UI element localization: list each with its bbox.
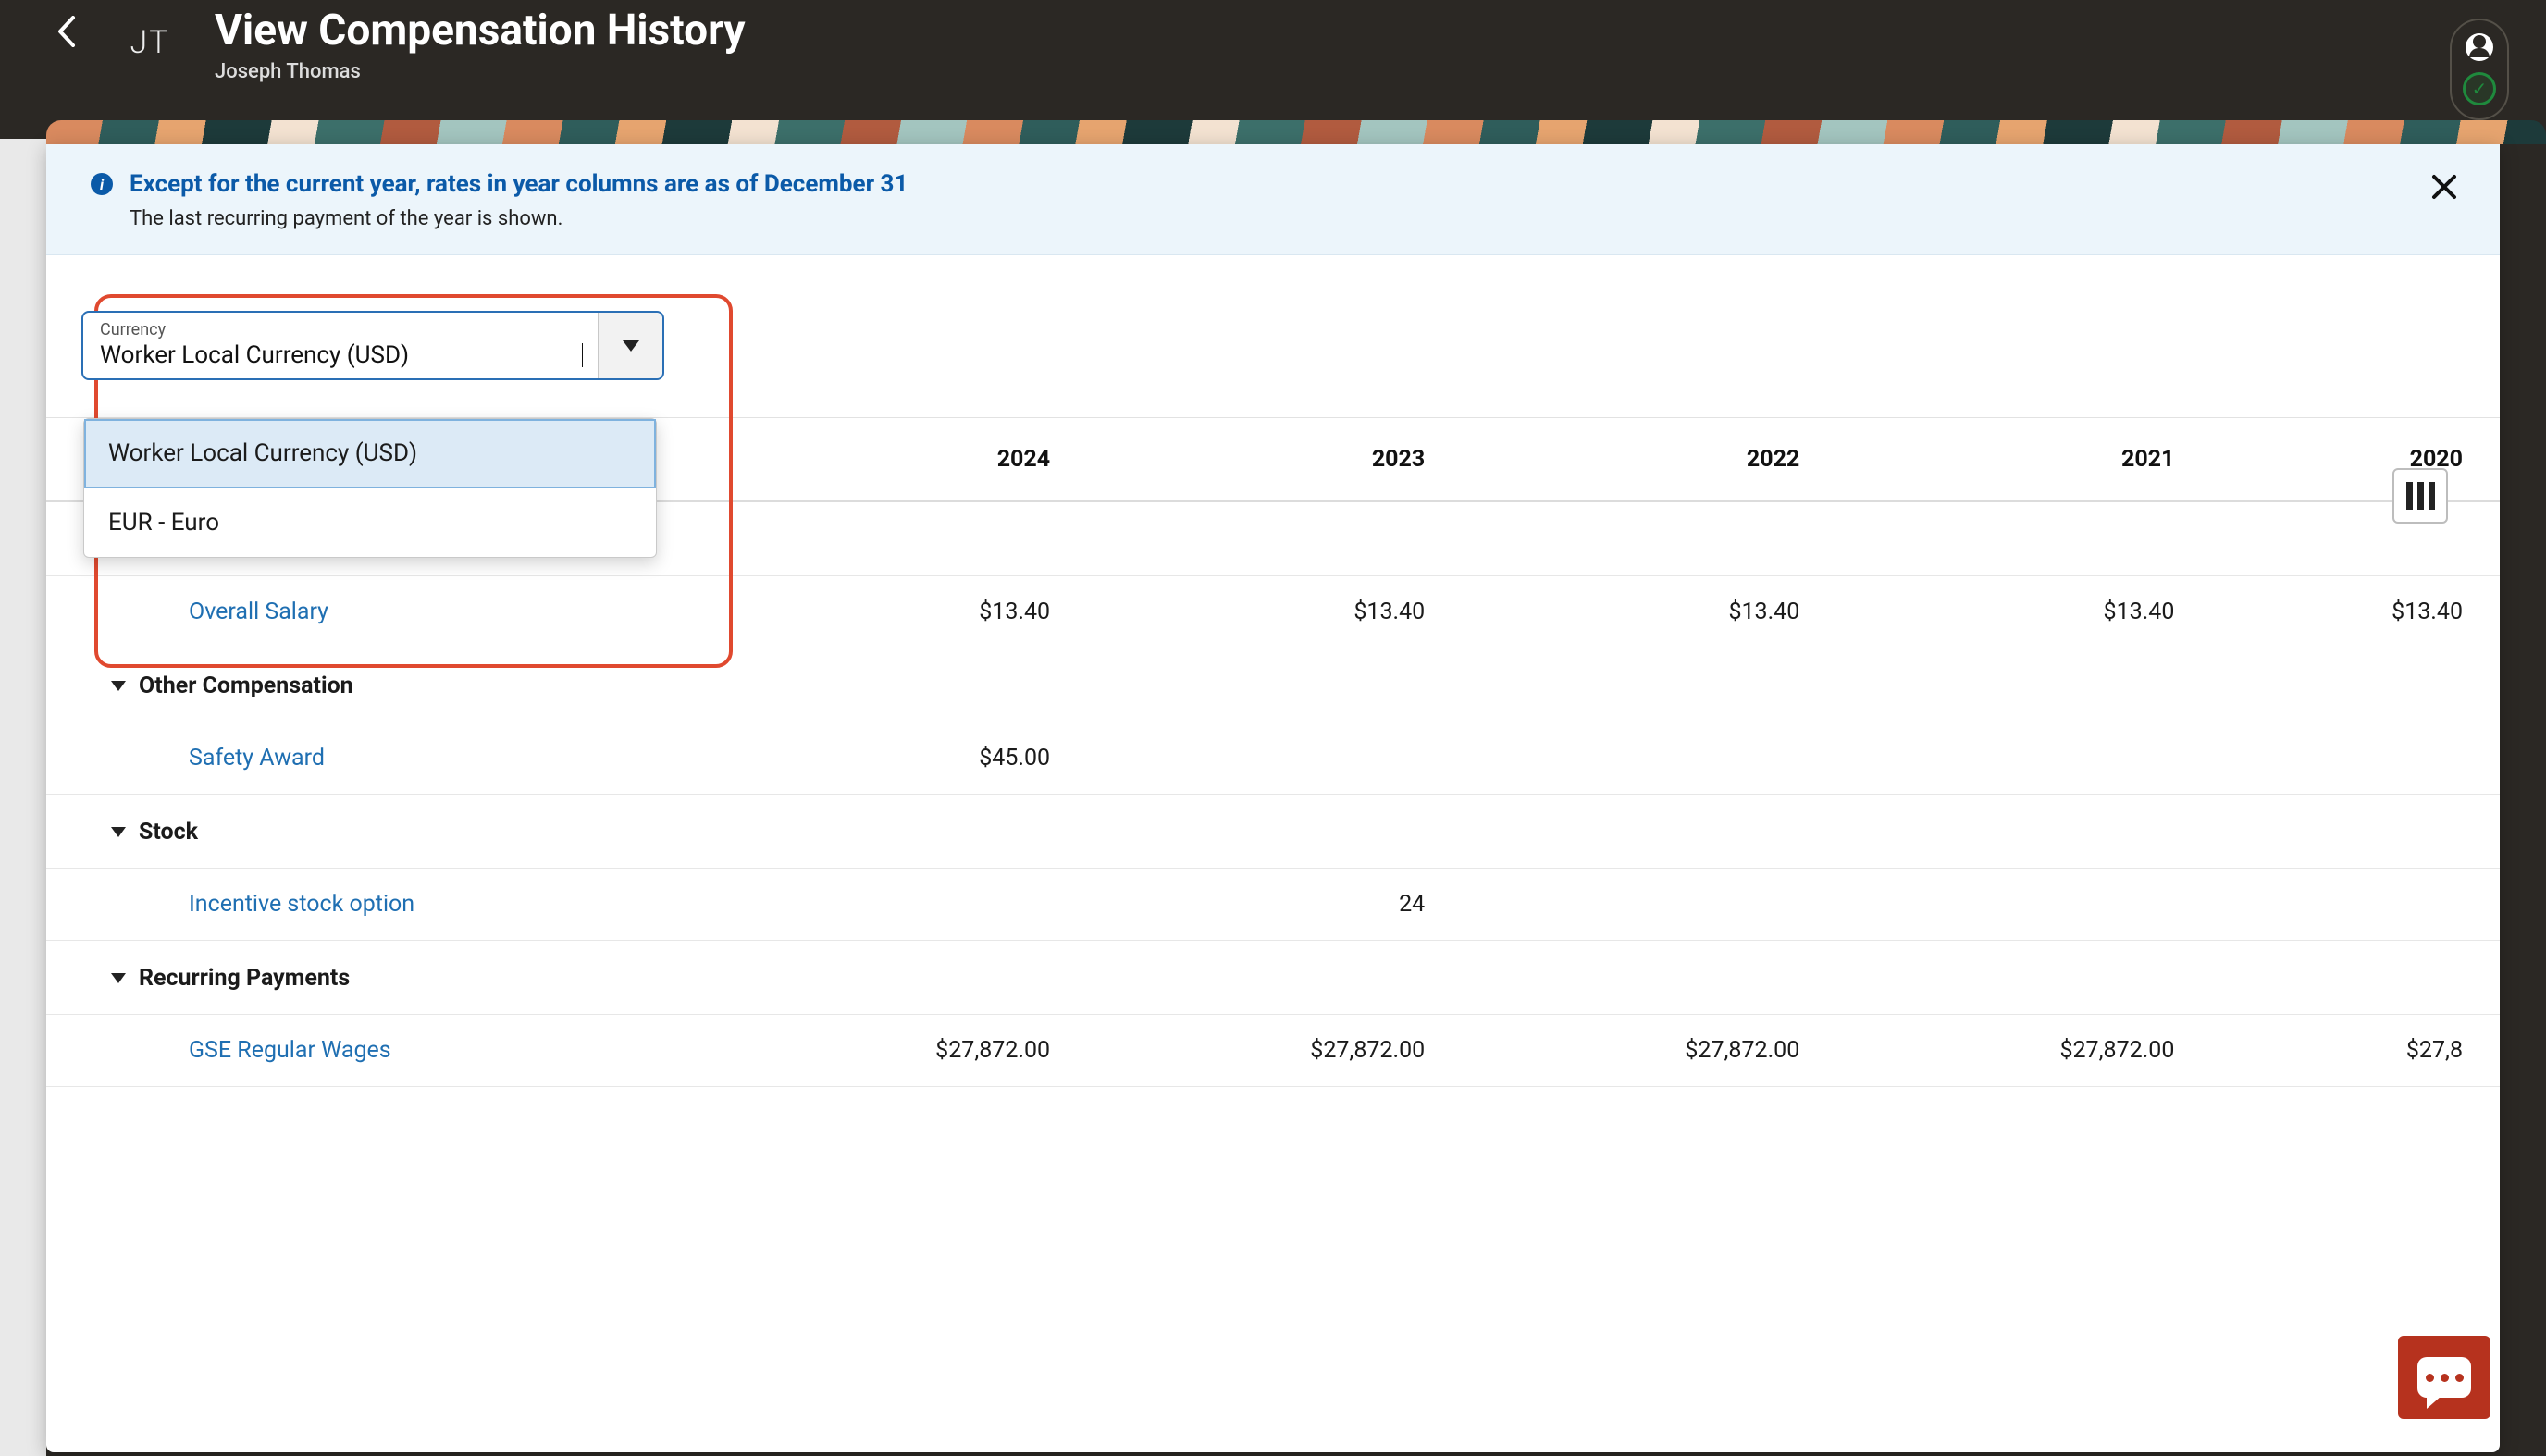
group-header[interactable]: Other Compensation bbox=[46, 648, 2500, 722]
info-banner-subtitle: The last recurring payment of the year i… bbox=[130, 207, 2455, 230]
row-label-link[interactable]: Safety Award bbox=[157, 745, 325, 771]
currency-option[interactable]: EUR - Euro bbox=[84, 488, 656, 557]
currency-combobox[interactable]: Currency Worker Local Currency (USD) Wor… bbox=[81, 311, 664, 380]
currency-option[interactable]: Worker Local Currency (USD) bbox=[84, 419, 656, 488]
filter-area: Currency Worker Local Currency (USD) Wor… bbox=[46, 255, 2500, 417]
cell-value: $27,872.00 bbox=[1462, 1015, 1836, 1087]
chevron-down-icon bbox=[623, 340, 639, 352]
page-subtitle: Joseph Thomas bbox=[215, 60, 745, 83]
main-card: i Except for the current year, rates in … bbox=[46, 144, 2500, 1452]
user-icon bbox=[2466, 33, 2493, 61]
year-column-header: 2024 bbox=[712, 418, 1087, 501]
currency-value: Worker Local Currency (USD) bbox=[100, 341, 581, 369]
currency-dropdown-button[interactable] bbox=[598, 313, 662, 378]
page-title: View Compensation History bbox=[215, 7, 745, 55]
cell-value: $13.40 bbox=[1462, 576, 1836, 648]
cell-value bbox=[1836, 869, 2211, 941]
cell-value bbox=[1087, 722, 1462, 795]
cell-value: $27,872.00 bbox=[712, 1015, 1087, 1087]
chat-fab[interactable] bbox=[2398, 1336, 2490, 1419]
group-header[interactable]: Recurring Payments bbox=[46, 941, 2500, 1015]
cell-value: $13.40 bbox=[712, 576, 1087, 648]
info-banner: i Except for the current year, rates in … bbox=[46, 144, 2500, 255]
close-banner-button[interactable] bbox=[2426, 168, 2463, 205]
group-label: Recurring Payments bbox=[139, 965, 350, 992]
group-header[interactable]: Stock bbox=[46, 795, 2500, 869]
cell-value bbox=[712, 869, 1087, 941]
currency-dropdown: Worker Local Currency (USD)EUR - Euro bbox=[83, 418, 657, 558]
chevron-down-icon bbox=[111, 973, 126, 983]
year-column-header: 2023 bbox=[1087, 418, 1462, 501]
columns-icon bbox=[2406, 482, 2435, 510]
page-gutter bbox=[0, 139, 46, 1456]
group-label: Stock bbox=[139, 819, 198, 845]
table-row: Incentive stock option 24 bbox=[46, 869, 2500, 941]
cell-value bbox=[2211, 722, 2500, 795]
info-icon: i bbox=[91, 173, 113, 195]
cell-value: $45.00 bbox=[712, 722, 1087, 795]
group-label: Other Compensation bbox=[139, 672, 353, 699]
cell-value: $13.40 bbox=[2211, 576, 2500, 648]
column-settings-button[interactable] bbox=[2392, 468, 2448, 524]
compensation-table-wrap: 20242023202220212020 SalaryOverall Salar… bbox=[46, 417, 2500, 1452]
cell-value: $13.40 bbox=[1087, 576, 1462, 648]
decorative-banner bbox=[46, 120, 2546, 144]
cell-value: $13.40 bbox=[1836, 576, 2211, 648]
table-row: Overall Salary$13.40$13.40$13.40$13.40$1… bbox=[46, 576, 2500, 648]
row-label-link[interactable]: Overall Salary bbox=[157, 598, 328, 625]
cell-value bbox=[1836, 722, 2211, 795]
table-row: GSE Regular Wages$27,872.00$27,872.00$27… bbox=[46, 1015, 2500, 1087]
app-header: JT View Compensation History Joseph Thom… bbox=[0, 0, 2546, 120]
cell-value bbox=[1462, 722, 1836, 795]
year-column-header: 2020 bbox=[2211, 418, 2500, 501]
cell-value: 24 bbox=[1087, 869, 1462, 941]
info-banner-title: Except for the current year, rates in ye… bbox=[130, 170, 908, 198]
cell-value: $27,8 bbox=[2211, 1015, 2500, 1087]
cell-value: $27,872.00 bbox=[1836, 1015, 2211, 1087]
cell-value bbox=[2211, 869, 2500, 941]
cell-value: $27,872.00 bbox=[1087, 1015, 1462, 1087]
currency-label: Currency bbox=[100, 320, 581, 339]
assistant-pill[interactable]: ✓ bbox=[2450, 19, 2509, 120]
year-column-header: 2021 bbox=[1836, 418, 2211, 501]
chevron-down-icon bbox=[111, 827, 126, 837]
chat-icon bbox=[2417, 1357, 2471, 1398]
back-button[interactable] bbox=[48, 13, 85, 50]
row-label-link[interactable]: Incentive stock option bbox=[157, 891, 414, 918]
chevron-down-icon bbox=[111, 681, 126, 691]
avatar: JT bbox=[122, 15, 178, 70]
close-icon bbox=[2431, 174, 2457, 200]
check-circle-icon: ✓ bbox=[2463, 72, 2496, 105]
year-column-header: 2022 bbox=[1462, 418, 1836, 501]
table-row: Safety Award $45.00 bbox=[46, 722, 2500, 795]
cell-value bbox=[1462, 869, 1836, 941]
row-label-link[interactable]: GSE Regular Wages bbox=[157, 1037, 391, 1064]
